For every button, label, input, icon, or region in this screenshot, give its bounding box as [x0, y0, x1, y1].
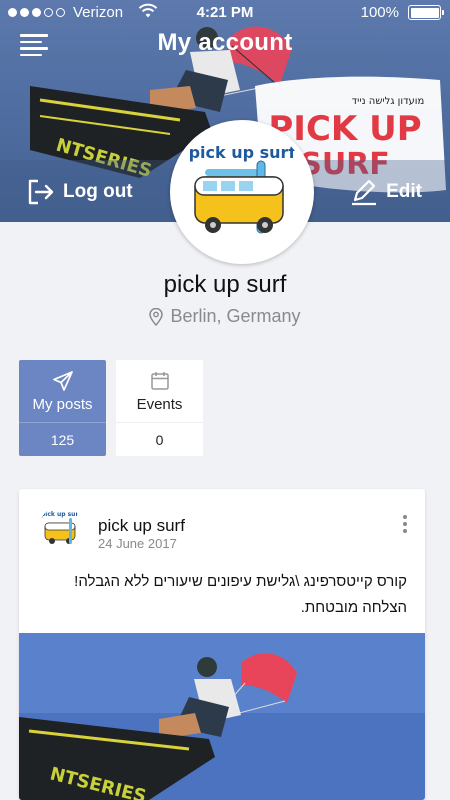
svg-text:pick up surf: pick up surf [41, 511, 81, 518]
post-author-avatar[interactable]: pick up surf [39, 506, 83, 550]
more-options-icon[interactable] [400, 515, 410, 537]
surf-van-logo-small: pick up surf [41, 511, 81, 544]
location-text: Berlin, Germany [170, 306, 301, 326]
battery-percentage: 100% [360, 4, 399, 21]
status-bar: Verizon 4:21 PM 100% [0, 0, 450, 26]
logout-icon [28, 179, 54, 205]
wifi-icon [138, 3, 158, 18]
location-pin-icon [149, 307, 164, 326]
tab-events-count: 0 [116, 422, 203, 456]
edit-profile-button[interactable]: Edit [350, 177, 422, 207]
tab-events[interactable]: Events 0 [116, 360, 203, 456]
calendar-icon [150, 372, 169, 390]
signal-dot-icon [20, 8, 29, 17]
post-image[interactable]: NTSERIES [19, 633, 425, 800]
post-author-name[interactable]: pick up surf [98, 516, 185, 536]
logout-button[interactable]: Log out [27, 177, 133, 207]
tab-events-label: Events [136, 396, 183, 413]
send-icon [52, 371, 73, 391]
pencil-icon [352, 179, 377, 206]
tab-my-posts-count: 125 [19, 422, 106, 456]
page-title: My account [157, 29, 293, 56]
post-card[interactable]: pick up surf pick up surf 24 June 2017 ק… [19, 489, 425, 800]
signal-dot-icon [8, 8, 17, 17]
post-date: 24 June 2017 [98, 536, 177, 551]
post-text: קורס קייטסרפינג \גלישת עיפונים שיעורים ל… [74, 573, 407, 616]
signal-dot-empty-icon [44, 8, 53, 17]
surf-van-logo: pick up surf [189, 143, 297, 234]
avatar-logo-text: pick up surf [189, 143, 297, 162]
battery-icon [408, 5, 444, 20]
edit-label: Edit [386, 181, 422, 202]
profile-avatar[interactable]: pick up surf [170, 120, 314, 264]
signal-indicator: Verizon [8, 4, 123, 21]
signal-dot-empty-icon [56, 8, 65, 17]
carrier-name: Verizon [73, 4, 124, 21]
signal-dot-icon [32, 8, 41, 17]
profile-name: pick up surf [163, 271, 287, 298]
cover-banner-subtitle: מועדון גלישה נייד [352, 96, 425, 107]
profile-location: Berlin, Germany [0, 306, 450, 327]
tab-my-posts[interactable]: My posts 125 [19, 360, 106, 456]
tab-my-posts-label: My posts [32, 396, 93, 413]
logout-label: Log out [63, 181, 133, 202]
